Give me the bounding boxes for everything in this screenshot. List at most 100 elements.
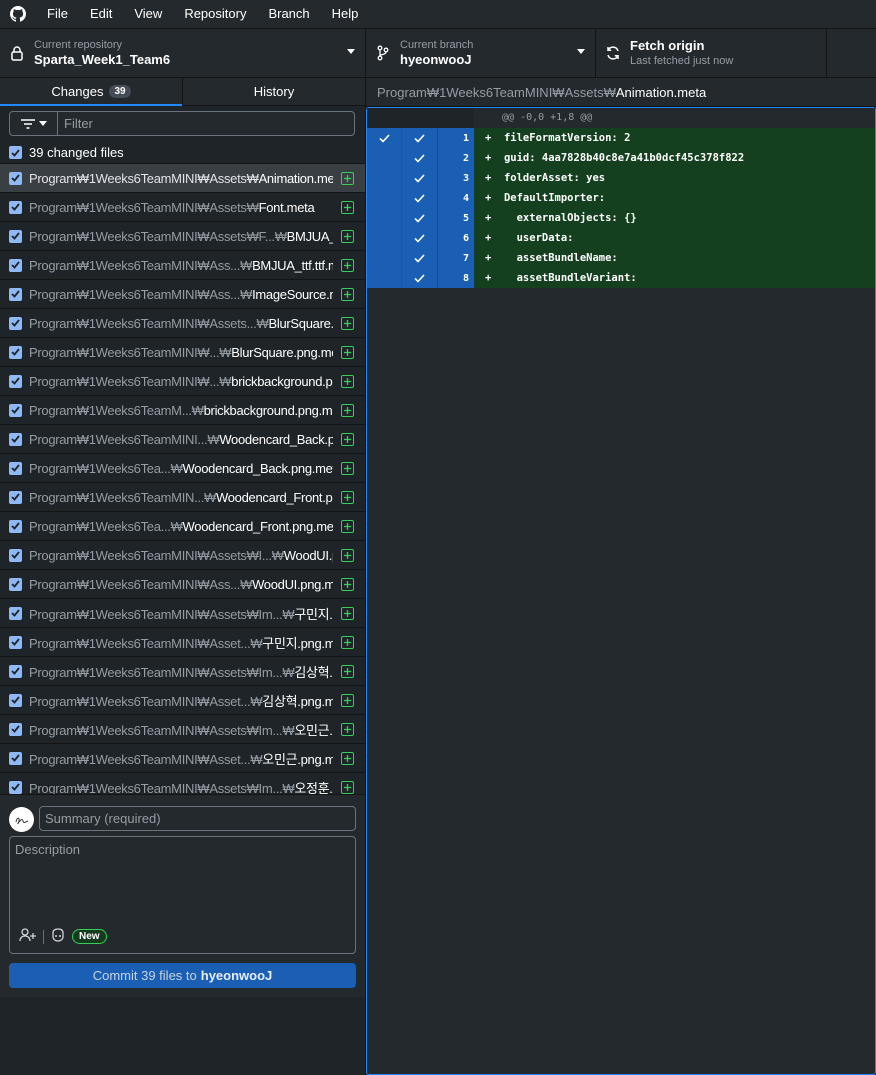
summary-input[interactable] — [39, 806, 356, 831]
file-checkbox[interactable] — [9, 577, 22, 591]
filter-input[interactable] — [58, 112, 354, 135]
file-name: BlurSquare.png — [268, 315, 334, 331]
diff-line[interactable]: 7 + assetBundleName: — [367, 248, 875, 268]
file-row[interactable]: Program₩1Weeks6TeamMINI₩Assets₩I...₩Wood… — [0, 541, 365, 570]
file-checkbox[interactable] — [9, 200, 22, 214]
line-include-check-icon[interactable] — [402, 148, 438, 168]
menu-branch[interactable]: Branch — [257, 0, 320, 28]
file-checkbox[interactable] — [9, 229, 22, 243]
line-select-check-icon[interactable] — [367, 168, 402, 188]
file-path: Program₩1Weeks6Tea...₩Woodencard_Back.pn… — [29, 461, 333, 476]
file-row[interactable]: Program₩1Weeks6TeamMINI₩Asset...₩김상혁.png… — [0, 686, 365, 715]
diff-line[interactable]: 1 + fileFormatVersion: 2 — [367, 128, 875, 148]
diff-line[interactable]: 2 + guid: 4aa7828b40c8e7a41b0dcf45c378f82… — [367, 148, 875, 168]
line-include-check-icon[interactable] — [402, 268, 438, 288]
file-row[interactable]: Program₩1Weeks6TeamMINI₩Assets₩F...₩BMJU… — [0, 222, 365, 251]
line-select-check-icon[interactable] — [367, 128, 402, 148]
file-row[interactable]: Program₩1Weeks6Tea...₩Woodencard_Front.p… — [0, 512, 365, 541]
file-row[interactable]: Program₩1Weeks6TeamMINI₩...₩BlurSquare.p… — [0, 338, 365, 367]
file-checkbox[interactable] — [9, 693, 22, 707]
current-branch-button[interactable]: Current branch hyeonwooJ — [366, 29, 596, 77]
file-checkbox[interactable] — [9, 403, 22, 417]
file-checkbox[interactable] — [9, 548, 22, 562]
line-select-check-icon[interactable] — [367, 268, 402, 288]
added-status-icon — [341, 549, 354, 562]
copilot-icon[interactable] — [50, 928, 66, 945]
file-checkbox[interactable] — [9, 345, 22, 359]
line-select-check-icon[interactable] — [367, 188, 402, 208]
file-row[interactable]: Program₩1Weeks6TeamM...₩brickbackground.… — [0, 396, 365, 425]
select-all-checkbox[interactable] — [9, 146, 22, 159]
file-checkbox[interactable] — [9, 519, 22, 533]
file-row[interactable]: Program₩1Weeks6TeamMINI₩Asset...₩구민지.png… — [0, 628, 365, 657]
file-row[interactable]: Program₩1Weeks6TeamMINI₩Assets₩Im...₩구민지… — [0, 599, 365, 628]
file-row[interactable]: Program₩1Weeks6TeamMIN...₩Woodencard_Fro… — [0, 483, 365, 512]
file-row[interactable]: Program₩1Weeks6TeamMINI₩Ass...₩WoodUI.pn… — [0, 570, 365, 599]
add-coauthor-icon[interactable] — [19, 928, 37, 945]
diff-line[interactable]: 3 + folderAsset: yes — [367, 168, 875, 188]
line-include-check-icon[interactable] — [402, 168, 438, 188]
branch-icon — [366, 45, 400, 61]
menu-repository[interactable]: Repository — [173, 0, 257, 28]
file-checkbox[interactable] — [9, 316, 22, 330]
repo-name: Sparta_Week1_Team6 — [34, 52, 171, 67]
diff-line[interactable]: 4 + DefaultImporter: — [367, 188, 875, 208]
file-row[interactable]: Program₩1Weeks6TeamMINI₩Assets₩Im...₩김상혁… — [0, 657, 365, 686]
line-code: + assetBundleVariant: — [474, 268, 875, 288]
file-checkbox[interactable] — [9, 606, 22, 620]
file-row[interactable]: Program₩1Weeks6TeamMINI₩...₩brickbackgro… — [0, 367, 365, 396]
file-row[interactable]: Program₩1Weeks6TeamMINI₩Ass...₩BMJUA_ttf… — [0, 251, 365, 280]
file-checkbox[interactable] — [9, 664, 22, 678]
description-input[interactable] — [15, 842, 349, 922]
file-row[interactable]: Program₩1Weeks6TeamMINI₩Assets...₩BlurSq… — [0, 309, 365, 338]
line-include-check-icon[interactable] — [402, 128, 438, 148]
toolbar: Current repository Sparta_Week1_Team6 Cu… — [0, 28, 876, 78]
line-select-check-icon[interactable] — [367, 248, 402, 268]
diff-line[interactable]: 8 + assetBundleVariant: — [367, 268, 875, 288]
line-select-check-icon[interactable] — [367, 228, 402, 248]
menu-file[interactable]: File — [36, 0, 79, 28]
line-include-check-icon[interactable] — [402, 228, 438, 248]
line-include-check-icon[interactable] — [402, 188, 438, 208]
file-checkbox[interactable] — [9, 751, 22, 765]
commit-button[interactable]: Commit 39 files to hyeonwooJ — [9, 963, 356, 988]
file-row[interactable]: Program₩1Weeks6TeamMINI₩Assets₩Font.meta — [0, 193, 365, 222]
tab-changes-label: Changes — [51, 84, 104, 99]
file-row[interactable]: Program₩1Weeks6TeamMINI...₩Woodencard_Ba… — [0, 425, 365, 454]
file-row[interactable]: Program₩1Weeks6Tea...₩Woodencard_Back.pn… — [0, 454, 365, 483]
line-include-check-icon[interactable] — [402, 248, 438, 268]
file-checkbox[interactable] — [9, 287, 22, 301]
line-include-check-icon[interactable] — [402, 208, 438, 228]
fetch-origin-button[interactable]: Fetch origin Last fetched just now — [596, 29, 827, 77]
file-row[interactable]: Program₩1Weeks6TeamMINI₩Assets₩Animation… — [0, 164, 365, 193]
file-checkbox[interactable] — [9, 258, 22, 272]
file-checkbox[interactable] — [9, 722, 22, 736]
file-row[interactable]: Program₩1Weeks6TeamMINI₩Assets₩Im...₩오민근… — [0, 715, 365, 744]
file-checkbox[interactable] — [9, 432, 22, 446]
file-checkbox[interactable] — [9, 780, 22, 794]
line-select-check-icon[interactable] — [367, 148, 402, 168]
file-row[interactable]: Program₩1Weeks6TeamMINI₩Asset...₩오민근.png… — [0, 744, 365, 773]
file-checkbox[interactable] — [9, 461, 22, 475]
file-checkbox[interactable] — [9, 635, 22, 649]
filter-options-button[interactable] — [10, 112, 58, 135]
line-select-check-icon[interactable] — [367, 208, 402, 228]
tab-history[interactable]: History — [182, 78, 365, 105]
sync-icon — [596, 45, 630, 61]
file-checkbox[interactable] — [9, 490, 22, 504]
file-checkbox[interactable] — [9, 374, 22, 388]
file-dir: Program₩1Weeks6TeamMINI...₩ — [29, 431, 220, 447]
current-repository-button[interactable]: Current repository Sparta_Week1_Team6 — [0, 29, 366, 77]
diff-line[interactable]: 5 + externalObjects: {} — [367, 208, 875, 228]
menu-view[interactable]: View — [123, 0, 173, 28]
menu-help[interactable]: Help — [321, 0, 370, 28]
added-status-icon — [341, 259, 354, 272]
diff-line[interactable]: 6 + userData: — [367, 228, 875, 248]
tab-changes[interactable]: Changes 39 — [0, 78, 182, 106]
file-name: Woodencard_Back.png — [219, 431, 333, 447]
file-name: Animation.meta — [258, 170, 333, 186]
file-checkbox[interactable] — [9, 171, 22, 185]
line-number: 3 — [438, 168, 474, 188]
file-row[interactable]: Program₩1Weeks6TeamMINI₩Ass...₩ImageSour… — [0, 280, 365, 309]
menu-edit[interactable]: Edit — [79, 0, 123, 28]
